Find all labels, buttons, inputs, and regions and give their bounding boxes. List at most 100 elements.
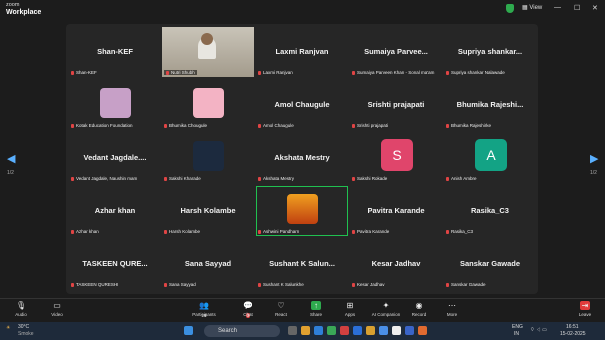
muted-mic-icon bbox=[258, 123, 261, 128]
participant-tile[interactable]: A Anish Ambre bbox=[444, 133, 536, 183]
zoom-taskbar-icon[interactable] bbox=[379, 326, 388, 335]
chat-button[interactable]: 💬3 Chat bbox=[231, 301, 265, 318]
participant-label-text: Nutri Shubh bbox=[171, 70, 195, 75]
react-button[interactable]: ♡ React bbox=[264, 301, 298, 317]
task-view-icon[interactable] bbox=[288, 326, 297, 335]
participant-picture bbox=[100, 88, 131, 118]
participant-tile[interactable]: Amol Chaugule Amol Chaugule bbox=[256, 80, 348, 130]
participant-label-text: Rasika_C3 bbox=[451, 229, 474, 234]
record-button[interactable]: ◉ Record bbox=[402, 301, 436, 317]
view-button[interactable]: ▦ View bbox=[522, 4, 542, 11]
participants-button[interactable]: 👥28 Participants bbox=[187, 301, 221, 318]
participant-tile[interactable]: Laxmi Ranjvan Laxmi Ranjvan bbox=[256, 27, 348, 77]
participant-label: Kotak Education Foundation bbox=[71, 123, 133, 128]
participant-tile[interactable]: Kesar Jadhav Kesar Jadhav bbox=[350, 239, 442, 289]
avatar: S bbox=[381, 139, 413, 171]
participant-label-text: Ashwini Pandharn bbox=[263, 229, 300, 234]
system-tray-icons[interactable]: ⌔ ◁ ▭ bbox=[530, 327, 547, 333]
record-icon: ◉ bbox=[415, 301, 423, 310]
participant-tile[interactable]: Akshata Mestry Akshata Mestry bbox=[256, 133, 348, 183]
participant-name: Shan-KEF bbox=[97, 47, 133, 56]
participant-label: Sumaiya Parveen Khan - Sonal ma'am bbox=[352, 70, 434, 75]
folder-icon[interactable] bbox=[366, 326, 375, 335]
muted-mic-icon bbox=[164, 176, 167, 181]
clock-date: 15-02-2025 bbox=[560, 331, 586, 337]
audio-button[interactable]: 🎙 Audio bbox=[4, 301, 38, 317]
word-icon[interactable] bbox=[353, 326, 362, 335]
participant-tile[interactable]: Bhumika Rajeshi... Bhumika Rajeshirke bbox=[444, 80, 536, 130]
participant-name: Akshata Mestry bbox=[274, 153, 330, 162]
muted-mic-icon bbox=[446, 282, 449, 287]
participant-tile[interactable]: Supriya shankar... Supriya shankar Nalawa… bbox=[444, 27, 536, 77]
previous-page-icon[interactable]: ◀ bbox=[7, 152, 15, 165]
apps-button[interactable]: ⊞ Apps bbox=[333, 301, 367, 317]
participant-label-text: Srishti prajapati bbox=[357, 123, 389, 128]
participant-tile[interactable]: Sushant K Salun... Sushant K Salunkhe bbox=[256, 239, 348, 289]
share-screen-icon: ↑ bbox=[311, 301, 321, 310]
participant-tile[interactable]: Ashwini Pandharn bbox=[256, 186, 348, 236]
shield-icon[interactable] bbox=[506, 4, 514, 13]
language-code[interactable]: ENG bbox=[512, 324, 523, 330]
clock-time[interactable]: 16:51 bbox=[566, 324, 579, 330]
participant-label: Pavitra Karande bbox=[352, 229, 389, 234]
edge-icon[interactable] bbox=[314, 326, 323, 335]
participant-label-text: Supriya shankar Nalawade bbox=[451, 70, 505, 75]
muted-mic-icon bbox=[352, 176, 355, 181]
participant-name: Srishti prajapati bbox=[367, 100, 425, 109]
file-explorer-icon[interactable] bbox=[301, 326, 310, 335]
participant-label: Vedant Jagdale, Naushin mam bbox=[71, 176, 137, 181]
minimize-icon[interactable]: — bbox=[554, 4, 561, 11]
participant-tile[interactable]: S Sakshi Rokade bbox=[350, 133, 442, 183]
muted-mic-icon bbox=[71, 176, 74, 181]
participant-label: Rasika_C3 bbox=[446, 229, 473, 234]
participant-label-text: TASKEEN QURESHI bbox=[76, 282, 119, 287]
video-button[interactable]: ▭ Video bbox=[40, 301, 74, 317]
muted-mic-icon bbox=[446, 176, 449, 181]
participant-tile[interactable]: Pavitra Karande Pavitra Karande bbox=[350, 186, 442, 236]
app4-icon[interactable] bbox=[418, 326, 427, 335]
app3-icon[interactable] bbox=[405, 326, 414, 335]
participant-tile[interactable]: Sakshi Kharade bbox=[162, 133, 254, 183]
participant-tile[interactable]: Azhar khan Azhar khan bbox=[69, 186, 161, 236]
maximize-icon[interactable]: ☐ bbox=[574, 4, 580, 12]
participant-tile[interactable]: Shan-KEF Shan-KEF bbox=[69, 27, 161, 77]
participant-name: Rasika_C3 bbox=[471, 206, 509, 215]
participant-tile[interactable]: Vedant Jagdale.... Vedant Jagdale, Naushi… bbox=[69, 133, 161, 183]
muted-mic-icon bbox=[446, 123, 449, 128]
start-icon[interactable] bbox=[184, 326, 193, 335]
more-label: More bbox=[446, 312, 458, 317]
more-button[interactable]: ⋯ More bbox=[435, 301, 469, 317]
participant-label-text: Akshata Mestry bbox=[263, 176, 295, 181]
participant-label: Akshata Mestry bbox=[258, 176, 294, 181]
participant-tile[interactable]: Sana Sayyad Sana Sayyad bbox=[162, 239, 254, 289]
participant-label: Sushant K Salunkhe bbox=[258, 282, 304, 287]
participant-label-text: Kesar Jadhav bbox=[357, 282, 385, 287]
participant-tile[interactable]: Sanskar Gawade Sanskar Gawade bbox=[444, 239, 536, 289]
participant-tile[interactable]: Harsh Kolambe Harsh Kolambe bbox=[162, 186, 254, 236]
apps-icon: ⊞ bbox=[346, 301, 354, 310]
chrome-icon[interactable] bbox=[327, 326, 336, 335]
participant-picture bbox=[193, 88, 224, 118]
participant-tile[interactable]: Kotak Education Foundation bbox=[69, 80, 161, 130]
ai-companion-button[interactable]: ✦ AI Companion bbox=[366, 301, 406, 317]
participant-label: Anish Ambre bbox=[446, 176, 477, 181]
participant-label: Harsh Kolambe bbox=[164, 229, 200, 234]
app-icon[interactable] bbox=[340, 326, 349, 335]
share-button[interactable]: ↑ Share bbox=[299, 301, 333, 317]
participant-tile[interactable]: TASKEEN QURE... TASKEEN QURESHI bbox=[69, 239, 161, 289]
participant-label: Sana Sayyad bbox=[164, 282, 196, 287]
participant-tile[interactable]: Nutri Shubh bbox=[162, 27, 254, 77]
next-page-icon[interactable]: ▶ bbox=[590, 152, 598, 165]
app2-icon[interactable] bbox=[392, 326, 401, 335]
participant-tile[interactable]: Rasika_C3 Rasika_C3 bbox=[444, 186, 536, 236]
muted-mic-icon bbox=[258, 229, 261, 234]
participant-tile[interactable]: Srishti prajapati Srishti prajapati bbox=[350, 80, 442, 130]
search-label: Search bbox=[218, 328, 238, 334]
audio-label: Audio bbox=[15, 312, 27, 317]
participant-tile[interactable]: Sumaiya Parvee... Sumaiya Parveen Khan - … bbox=[350, 27, 442, 77]
close-icon[interactable]: ✕ bbox=[592, 4, 598, 12]
leave-button[interactable]: ⇥ Leave bbox=[568, 301, 602, 317]
participant-tile[interactable]: Bhumika Chougule bbox=[162, 80, 254, 130]
leave-label: Leave bbox=[578, 312, 592, 317]
taskbar-search[interactable]: Search bbox=[204, 325, 280, 337]
